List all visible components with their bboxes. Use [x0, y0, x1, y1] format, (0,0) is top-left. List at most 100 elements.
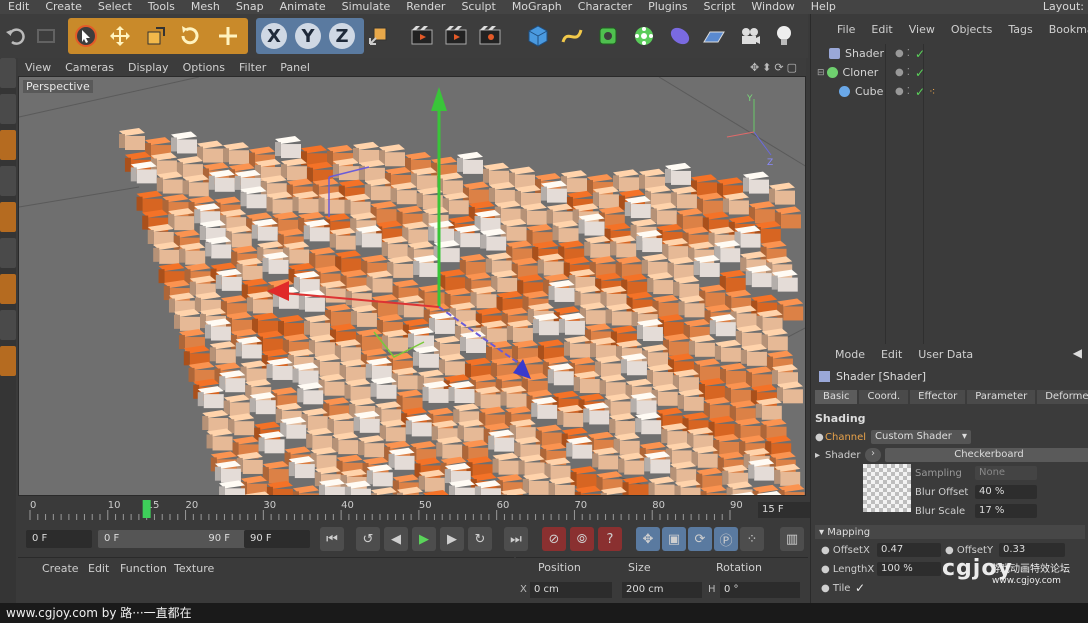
expand-arrow-icon[interactable]: ▸ [815, 450, 820, 461]
object-row-cloner[interactable]: ⊟ Cloner ●⁚ ✓ [811, 63, 1088, 82]
rotate-icon[interactable] [174, 20, 206, 52]
key-rotation-icon[interactable]: ⟳ [688, 527, 712, 551]
scale-icon[interactable] [140, 20, 172, 52]
light-icon[interactable] [768, 20, 800, 52]
offsetx-field[interactable]: 0.47 [877, 543, 941, 557]
edges-mode-icon[interactable] [0, 166, 16, 196]
start-frame-field[interactable]: 0 F [26, 530, 92, 548]
frame-range-slider[interactable]: 0 F 90 F [98, 530, 248, 548]
menu-item-animate[interactable]: Animate [272, 0, 334, 14]
go-to-start-icon[interactable]: ⏮ [320, 527, 344, 551]
layout-label[interactable]: Layout: [1035, 0, 1088, 14]
live-select-icon[interactable] [70, 20, 102, 52]
viewport-menu-cameras[interactable]: Cameras [58, 61, 121, 74]
blur-scale-field[interactable]: 17 % [975, 504, 1037, 518]
material-menu-edit[interactable]: Edit [88, 562, 109, 575]
viewport-menu-view[interactable]: View [18, 61, 58, 74]
undo-icon[interactable] [0, 20, 32, 52]
menu-item-edit[interactable]: Edit [0, 0, 37, 14]
am-menu-edit[interactable]: Edit [873, 348, 910, 361]
viewport-menu-display[interactable]: Display [121, 61, 176, 74]
viewport-menu-panel[interactable]: Panel [273, 61, 317, 74]
menu-item-render[interactable]: Render [398, 0, 453, 14]
axis-y-button[interactable]: Y [292, 20, 324, 52]
points-mode-icon[interactable] [0, 130, 16, 160]
object-row-shader[interactable]: Shader ●⁚ ✓ [811, 44, 1088, 63]
om-menu-file[interactable]: File [829, 23, 863, 36]
y-axis-handle[interactable] [431, 87, 447, 111]
rotation-h-field[interactable]: 0 ° [720, 582, 800, 598]
enabled-check-icon[interactable]: ✓ [915, 66, 925, 80]
viewport-nav-icons[interactable]: ✥⬍⟳▢ [750, 61, 806, 74]
enabled-check-icon[interactable]: ✓ [915, 47, 925, 61]
snap-icon[interactable] [0, 346, 16, 376]
menu-item-character[interactable]: Character [570, 0, 640, 14]
menu-item-snap[interactable]: Snap [228, 0, 272, 14]
om-menu-view[interactable]: View [901, 23, 943, 36]
mapping-section[interactable]: ▾ Mapping [815, 525, 1085, 539]
position-x-field[interactable]: 0 cm [530, 582, 612, 598]
timeline[interactable]: 0 10 15 20 30 40 50 60 70 80 90 15 F [18, 498, 822, 524]
go-to-end-icon[interactable]: ⏭ [504, 527, 528, 551]
am-menu-user-data[interactable]: User Data [910, 348, 981, 361]
autokey-icon[interactable]: ⦾ [570, 527, 594, 551]
play-icon[interactable]: ▶ [412, 527, 436, 551]
key-position-icon[interactable]: ✥ [636, 527, 660, 551]
key-pla-icon[interactable]: ⁘ [740, 527, 764, 551]
viewport-menu-options[interactable]: Options [176, 61, 232, 74]
object-row-cube[interactable]: Cube ●⁚ ✓ ⁖ [811, 82, 1088, 101]
menu-item-select[interactable]: Select [90, 0, 140, 14]
nurbs-icon[interactable] [592, 20, 624, 52]
tab-deformer[interactable]: Deformer [1037, 390, 1088, 404]
texture-mode-icon[interactable] [0, 94, 16, 124]
tile-checkbox[interactable]: ✓ [855, 581, 865, 595]
render-picture-icon[interactable] [440, 20, 472, 52]
camera-icon[interactable] [734, 20, 766, 52]
keyframe-selection-icon[interactable]: ? [598, 527, 622, 551]
channel-radio[interactable]: ● [815, 432, 824, 443]
lengthx-field[interactable]: 100 % [877, 562, 941, 576]
end-frame-field[interactable]: 90 F [244, 530, 310, 548]
menu-item-mesh[interactable]: Mesh [183, 0, 228, 14]
viewport-menu-filter[interactable]: Filter [232, 61, 273, 74]
size-x-field[interactable]: 200 cm [622, 582, 702, 598]
deformer-icon[interactable] [664, 20, 696, 52]
visibility-dots[interactable]: ●⁚ [895, 48, 913, 59]
visibility-dots[interactable]: ●⁚ [895, 67, 913, 78]
axis-z-button[interactable]: Z [326, 20, 358, 52]
collapse-icon[interactable]: ⊟ [817, 68, 825, 78]
om-menu-bookmarks[interactable]: Bookmarks [1041, 23, 1088, 36]
menu-item-mograph[interactable]: MoGraph [504, 0, 570, 14]
key-scale-icon[interactable]: ▣ [662, 527, 686, 551]
key-parameter-icon[interactable]: Ⓟ [714, 527, 738, 551]
prev-keyframe-icon[interactable]: ↺ [356, 527, 380, 551]
move-icon[interactable] [104, 20, 136, 52]
offsety-field[interactable]: 0.33 [999, 543, 1065, 557]
menu-item-sculpt[interactable]: Sculpt [453, 0, 503, 14]
tab-coord-[interactable]: Coord. [859, 390, 909, 404]
material-menu-texture[interactable]: Texture [174, 562, 214, 575]
model-mode-icon[interactable] [0, 58, 16, 88]
axis-x-button[interactable]: X [258, 20, 290, 52]
om-menu-tags[interactable]: Tags [1000, 23, 1040, 36]
spline-icon[interactable] [556, 20, 588, 52]
timeline-ruler[interactable]: 0 10 15 20 30 40 50 60 70 80 90 [28, 498, 748, 522]
back-arrow-icon[interactable]: ◀ [1073, 346, 1082, 360]
tab-effector[interactable]: Effector [910, 390, 966, 404]
om-menu-edit[interactable]: Edit [863, 23, 900, 36]
prev-frame-icon[interactable]: ◀ [384, 527, 408, 551]
menu-item-plugins[interactable]: Plugins [640, 0, 695, 14]
menu-item-script[interactable]: Script [696, 0, 744, 14]
shader-options-icon[interactable]: › [865, 448, 881, 462]
om-menu-objects[interactable]: Objects [943, 23, 1001, 36]
tab-basic[interactable]: Basic [815, 390, 858, 404]
record-keys-icon[interactable]: ⊘ [542, 527, 566, 551]
menu-item-window[interactable]: Window [743, 0, 802, 14]
material-menu-create[interactable]: Create [42, 562, 79, 575]
coordinate-system-icon[interactable] [362, 20, 394, 52]
tweak-mode-icon[interactable] [0, 274, 16, 304]
polygons-mode-icon[interactable] [0, 202, 16, 232]
visibility-dots[interactable]: ●⁚ [895, 86, 913, 97]
material-tag-icon[interactable]: ⁖ [929, 85, 935, 98]
am-menu-mode[interactable]: Mode [827, 348, 873, 361]
